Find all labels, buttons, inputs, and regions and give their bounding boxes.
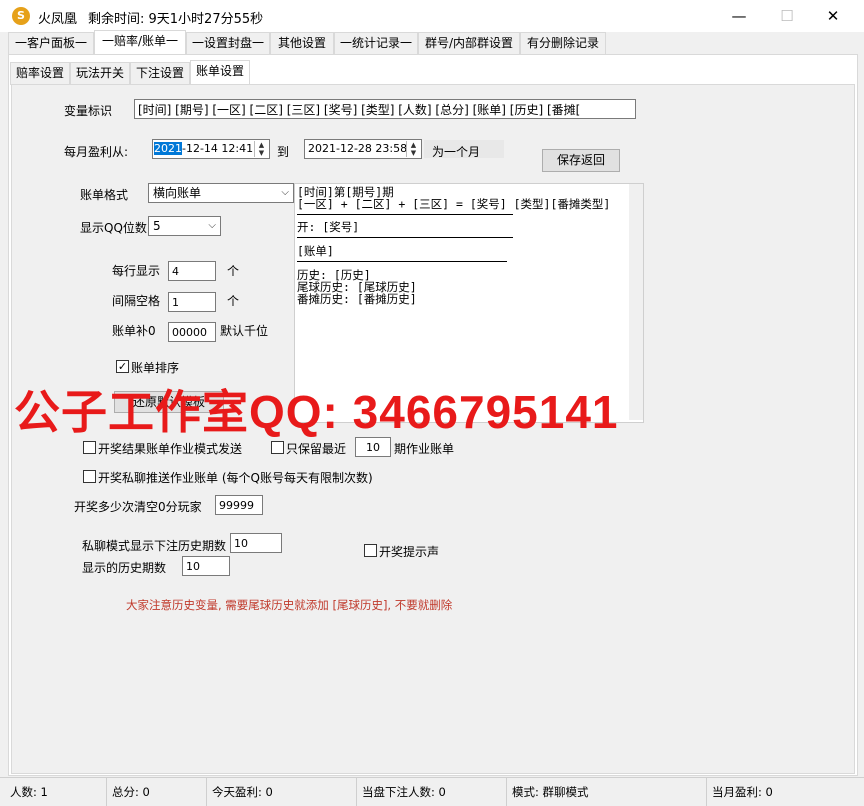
status-mode: 模式: 群聊模式 — [512, 785, 589, 799]
spacing-label: 间隔空格 — [112, 294, 161, 308]
sound-checkbox[interactable] — [364, 544, 377, 557]
preview-line: [一区] + [二区] + [三区] = [奖号] [类型][番摊类型] — [297, 197, 611, 211]
remaining-time: 剩余时间: 9天1小时27分55秒 — [88, 12, 264, 27]
status-total: 总分: 0 — [112, 785, 150, 799]
spacing-input[interactable]: 1 — [168, 292, 216, 312]
tab-odds-bill[interactable]: 一赔率/账单一 — [94, 30, 186, 55]
clear-zero-input[interactable]: 99999 — [215, 495, 263, 515]
history-count-input[interactable]: 10 — [182, 556, 230, 576]
status-divider — [506, 778, 507, 806]
per-line-input[interactable]: 4 — [168, 261, 216, 281]
tab-delete-records[interactable]: 有分删除记录 — [520, 32, 606, 55]
private-history-input[interactable]: 10 — [230, 533, 282, 553]
preview-line: 开: [奖号] — [297, 220, 360, 234]
tab-bet-settings[interactable]: 下注设置 — [130, 62, 190, 85]
spin-icon[interactable]: ▲ ▼ — [406, 141, 420, 157]
preview-divider — [297, 237, 513, 238]
qq-digits-value: 5 — [153, 219, 161, 233]
bill-format-select[interactable]: 横向账单 ⌵ — [148, 183, 294, 203]
status-divider — [706, 778, 707, 806]
qq-digits-select[interactable]: 5 ⌵ — [148, 216, 221, 236]
bill-sort-checkbox[interactable]: ✓ — [116, 360, 129, 373]
start-date-year: 2021 — [154, 142, 182, 155]
preview-line: 番摊历史: [番摊历史] — [297, 292, 417, 306]
tab-odds-settings[interactable]: 赔率设置 — [10, 62, 70, 85]
start-date-rest: -12-14 12:41 — [182, 142, 254, 155]
spin-icon[interactable]: ▲ ▼ — [254, 141, 268, 157]
app-logo-icon: S — [12, 7, 30, 25]
keep-recent-input[interactable]: 10 — [355, 437, 391, 457]
bill-format-value: 横向账单 — [153, 186, 202, 200]
tab-bill-settings[interactable]: 账单设置 — [190, 60, 250, 85]
keep-recent-suffix: 期作业账单 — [394, 442, 455, 456]
preview-divider — [297, 214, 513, 215]
bill-sort-label: 账单排序 — [131, 361, 180, 375]
preview-scrollbar[interactable] — [629, 184, 643, 420]
month-suffix-label: 为一个月 — [432, 145, 481, 159]
per-line-label: 每行显示 — [112, 264, 161, 278]
status-today-profit: 今天盈利: 0 — [212, 785, 273, 799]
close-button[interactable]: ✕ — [810, 0, 856, 32]
status-players: 人数: 1 — [10, 785, 48, 799]
send-result-label: 开奖结果账单作业模式发送 — [98, 442, 243, 456]
qq-digits-label: 显示QQ位数 — [80, 221, 147, 235]
notice-text: 大家注意历史变量, 需要尾球历史就添加 [尾球历史], 不要就删除 — [126, 598, 453, 612]
tab-play-switch[interactable]: 玩法开关 — [70, 62, 130, 85]
per-line-unit: 个 — [227, 264, 240, 278]
tab-group-settings[interactable]: 群号/内部群设置 — [418, 32, 520, 55]
variables-label: 变量标识 — [64, 104, 113, 118]
sound-label: 开奖提示声 — [379, 545, 440, 559]
pad-zero-input[interactable]: 00000 — [168, 322, 216, 342]
start-date-picker[interactable]: 2021-12-14 12:41 ▲ ▼ — [152, 139, 270, 159]
private-push-checkbox[interactable] — [83, 470, 96, 483]
status-current-bettors: 当盘下注人数: 0 — [362, 785, 446, 799]
keep-recent-label: 只保留最近 — [286, 442, 347, 456]
watermark-text: 公子工作室QQ: 3466795141 — [14, 386, 619, 438]
status-bar: 人数: 1 总分: 0 今天盈利: 0 当盘下注人数: 0 模式: 群聊模式 当… — [0, 777, 864, 806]
preview-divider — [297, 261, 507, 262]
tab-customer-panel[interactable]: 一客户面板一 — [8, 32, 94, 55]
private-history-label: 私聊模式显示下注历史期数 — [82, 539, 227, 553]
chevron-down-icon: ⌵ — [281, 187, 289, 198]
tab-statistics[interactable]: 一统计记录一 — [334, 32, 418, 55]
variables-field[interactable]: [时间] [期号] [一区] [二区] [三区] [奖号] [类型] [人数] … — [134, 99, 636, 119]
minimize-button[interactable]: — — [716, 0, 762, 32]
status-divider — [356, 778, 357, 806]
chevron-down-icon: ⌵ — [208, 220, 216, 231]
title-bar: S 火凤凰 剩余时间: 9天1小时27分55秒 — ☐ ✕ — [0, 0, 864, 32]
clear-zero-label: 开奖多少次清空0分玩家 — [74, 500, 202, 514]
end-date-picker[interactable]: 2021-12-28 23:58 ▲ ▼ — [304, 139, 422, 159]
send-result-checkbox[interactable] — [83, 441, 96, 454]
status-divider — [206, 778, 207, 806]
end-date-value: 2021-12-28 23:58 — [308, 142, 408, 155]
app-title: 火凤凰 — [38, 12, 78, 27]
history-count-label: 显示的历史期数 — [82, 561, 167, 575]
pad-zero-label: 账单补0 — [112, 324, 156, 338]
tab-close-settings[interactable]: 一设置封盘一 — [186, 32, 270, 55]
preview-line: [账单] — [297, 244, 334, 258]
keep-recent-checkbox[interactable] — [271, 441, 284, 454]
maximize-button[interactable]: ☐ — [764, 0, 810, 32]
status-divider — [106, 778, 107, 806]
pad-zero-unit: 默认千位 — [220, 324, 269, 338]
monthly-profit-label: 每月盈利从: — [64, 145, 129, 159]
private-push-label: 开奖私聊推送作业账单 (每个Q账号每天有限制次数) — [98, 471, 373, 485]
status-month-profit: 当月盈利: 0 — [712, 785, 773, 799]
spacing-unit: 个 — [227, 294, 240, 308]
to-label: 到 — [277, 145, 290, 159]
tab-other-settings[interactable]: 其他设置 — [270, 32, 334, 55]
bill-format-label: 账单格式 — [80, 188, 129, 202]
save-return-button[interactable]: 保存返回 — [542, 149, 620, 172]
